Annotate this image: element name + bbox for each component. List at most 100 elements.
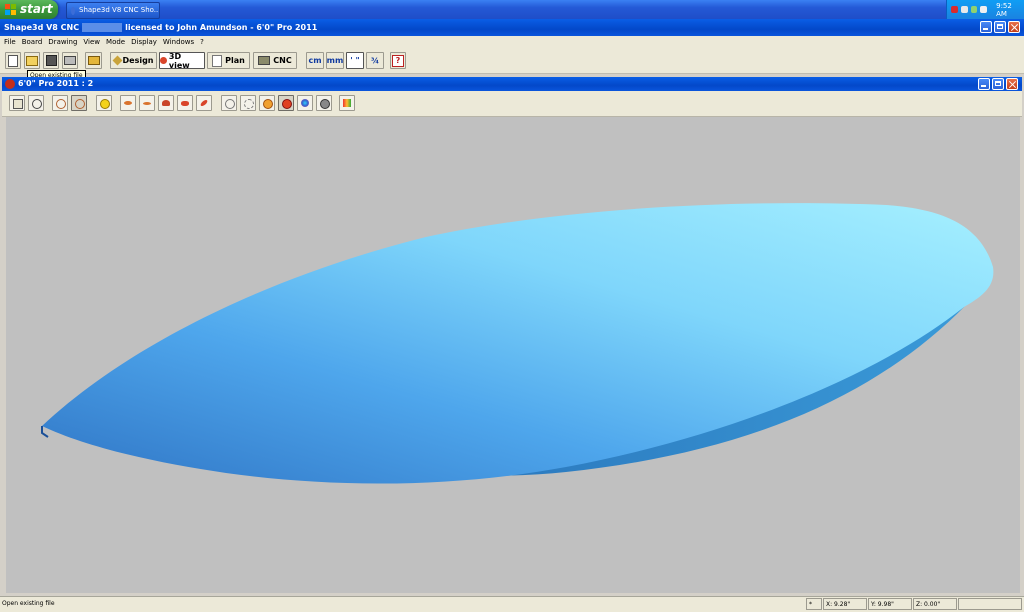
plan-icon [212, 54, 223, 67]
unit-inch-button[interactable]: ' " [346, 52, 364, 69]
status-z-coordinate: Z: 0.00" [913, 598, 957, 610]
design-icon [112, 55, 122, 66]
new-file-icon [8, 54, 18, 67]
grid-sphere-icon [320, 99, 330, 109]
surfboard-deck [42, 203, 994, 484]
board-side-icon [143, 102, 151, 105]
3d-viewport[interactable] [6, 117, 1020, 593]
document-titlebar[interactable]: 6'0" Pro 2011 : 2 [2, 77, 1022, 91]
hand-icon [13, 99, 23, 109]
save-icon [45, 55, 57, 66]
document-title: 6'0" Pro 2011 : 2 [18, 79, 94, 88]
board-bottom-icon [124, 101, 132, 105]
plan-mode-button[interactable]: Plan [207, 52, 250, 69]
help-icon: ? [392, 54, 404, 67]
unit-cm-button[interactable]: cm [306, 52, 324, 69]
unit-fraction-button[interactable]: ¾ [366, 52, 384, 69]
surfboard-3d-model[interactable] [6, 117, 1020, 593]
export-button[interactable] [85, 52, 102, 69]
wireframe-sphere-icon [225, 99, 235, 109]
board-nose-icon [162, 100, 170, 106]
status-x-coordinate: X: 9.28" [823, 598, 867, 610]
mesh-sphere-icon [244, 99, 254, 109]
view-tool-9[interactable] [177, 95, 193, 111]
minimize-button[interactable] [980, 21, 992, 33]
redacted-serial [82, 23, 123, 32]
view-tool-10[interactable] [196, 95, 212, 111]
cnc-machine-icon [258, 56, 271, 65]
security-tray-icon[interactable] [951, 6, 958, 13]
view-tool-7[interactable] [139, 95, 155, 111]
volume-tray-icon[interactable] [970, 6, 978, 13]
view-tool-1[interactable] [9, 95, 25, 111]
new-file-button[interactable] [5, 52, 21, 69]
cnc-mode-button[interactable]: CNC [253, 52, 297, 69]
menu-help[interactable]: ? [200, 36, 204, 49]
view-tool-3[interactable] [52, 95, 68, 111]
monitor-tray-icon[interactable] [980, 6, 988, 13]
unit-mm-button[interactable]: mm [326, 52, 344, 69]
document-maximize-button[interactable] [992, 78, 1004, 90]
menu-bar: File Board Drawing View Mode Display Win… [0, 36, 1024, 49]
view-tool-5[interactable] [96, 95, 112, 111]
status-extra-field [958, 598, 1022, 610]
view-tool-6[interactable] [120, 95, 136, 111]
status-bar: Open existing file * X: 9.28" Y: 9.98" Z… [0, 596, 1024, 612]
status-message: Open existing file [2, 600, 55, 607]
menu-display[interactable]: Display [131, 36, 157, 49]
board-top-icon [199, 98, 209, 108]
system-tray: 9:52 AM [946, 0, 1024, 19]
render-tool-1[interactable] [221, 95, 237, 111]
light-icon [100, 99, 110, 109]
sphere-icon [160, 57, 167, 64]
status-y-coordinate: Y: 9.98" [868, 598, 912, 610]
render-tool-2[interactable] [240, 95, 256, 111]
menu-file[interactable]: File [4, 36, 16, 49]
view-tool-2[interactable] [28, 95, 44, 111]
menu-mode[interactable]: Mode [106, 36, 125, 49]
menu-windows[interactable]: Windows [163, 36, 194, 49]
menu-view[interactable]: View [83, 36, 100, 49]
view-toolbar [2, 91, 1022, 117]
start-button[interactable]: start [0, 0, 58, 19]
rotate-icon [56, 99, 66, 109]
clock[interactable]: 9:52 AM [996, 2, 1024, 18]
shape3d-document-icon [5, 79, 15, 89]
board-tail-icon [181, 101, 189, 106]
view-tool-8[interactable] [158, 95, 174, 111]
render-tool-5[interactable] [297, 95, 313, 111]
shape3d-app-icon [71, 6, 75, 15]
save-file-button[interactable] [43, 52, 59, 69]
close-button[interactable] [1008, 21, 1020, 33]
open-file-button[interactable] [24, 52, 40, 69]
render-tool-4[interactable] [278, 95, 294, 111]
export-icon [87, 56, 100, 65]
document-minimize-button[interactable] [978, 78, 990, 90]
status-modified-marker: * [806, 598, 822, 610]
help-button[interactable]: ? [390, 52, 406, 69]
view-tool-4[interactable] [71, 95, 87, 111]
render-tool-6[interactable] [316, 95, 332, 111]
printer-icon [64, 56, 76, 65]
menu-drawing[interactable]: Drawing [48, 36, 77, 49]
app-title: Shape3d V8 CNC licensed to John Amundson … [4, 23, 318, 32]
document-close-button[interactable] [1006, 78, 1018, 90]
open-folder-icon [26, 55, 38, 66]
orbit-icon [75, 99, 85, 109]
menu-board[interactable]: Board [22, 36, 43, 49]
taskbar-item-shape3d[interactable]: Shape3d V8 CNC Sho... [66, 2, 160, 19]
start-label: start [20, 2, 53, 16]
maximize-button[interactable] [994, 21, 1006, 33]
main-toolbar: Design 3D view Plan CNC cm mm ' " ¾ ? [0, 49, 1024, 74]
design-mode-button[interactable]: Design [110, 52, 157, 69]
render-tool-3[interactable] [259, 95, 275, 111]
color-palette-icon [343, 99, 351, 107]
print-button[interactable] [62, 52, 78, 69]
3d-view-mode-button[interactable]: 3D view [159, 52, 205, 70]
network-tray-icon[interactable] [960, 6, 968, 13]
taskbar-item-label: Shape3d V8 CNC Sho... [79, 6, 160, 14]
taskbar: start Shape3d V8 CNC Sho... 9:52 AM [0, 0, 1024, 19]
app-titlebar[interactable]: Shape3d V8 CNC licensed to John Amundson … [0, 19, 1024, 36]
zoom-icon [32, 99, 42, 109]
palette-tool[interactable] [339, 95, 355, 111]
